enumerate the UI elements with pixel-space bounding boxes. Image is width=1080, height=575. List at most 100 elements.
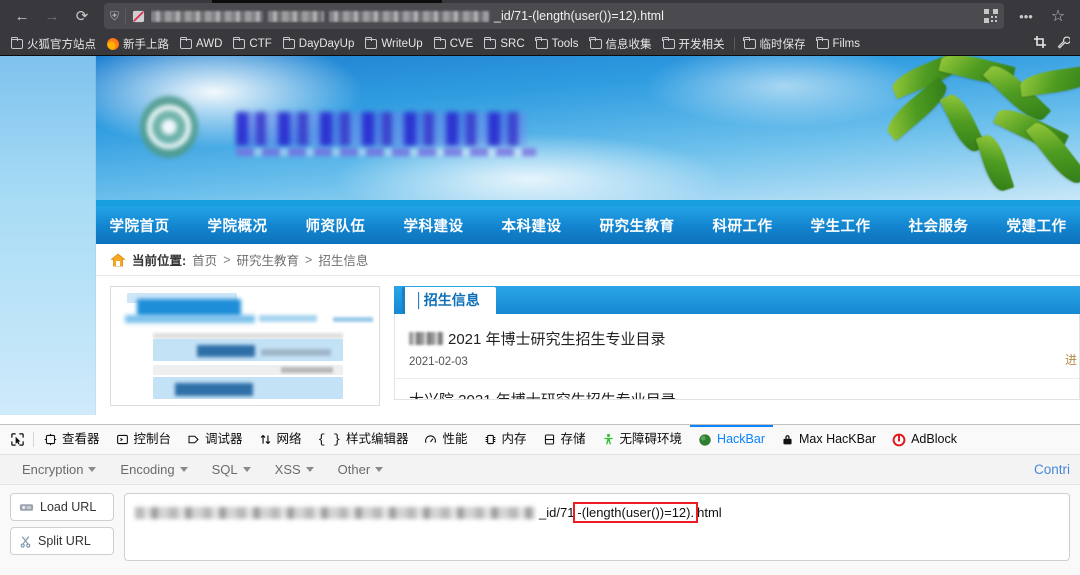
hackbar-menu-encryption[interactable]: Encryption	[10, 462, 108, 477]
hackbar-contribute-link[interactable]: Contri	[1034, 462, 1070, 477]
devtools-tab-accessibility[interactable]: 无障碍环境	[594, 425, 691, 454]
bookmark-item[interactable]: SRC	[479, 36, 529, 52]
nav-item-2[interactable]: 师资队伍	[287, 215, 385, 236]
devtools-tab-label: 样式编辑器	[345, 432, 409, 446]
panel-tab-bar: │招生信息	[394, 286, 1080, 314]
article-more-link[interactable]: 进	[1065, 351, 1077, 368]
bookmark-item[interactable]: Films	[812, 36, 865, 52]
devtools-tab-label: AdBlock	[911, 432, 957, 446]
bookmark-item[interactable]: 开发相关	[658, 34, 730, 54]
article-title-row: 2021 年博士研究生招生专业目录	[409, 328, 1065, 349]
list-item[interactable]: 大兴院 2021 年博士研究生招生专业目录	[395, 379, 1079, 399]
devtools-tab-label: 调试器	[205, 432, 243, 446]
bookmark-item[interactable]: WriteUp	[360, 36, 427, 52]
bookmark-item[interactable]: Tools	[531, 36, 584, 52]
hackbar-menu-encoding[interactable]: Encoding	[108, 462, 199, 477]
hackbar-menu-sql[interactable]: SQL	[200, 462, 263, 477]
screenshot-crop-icon[interactable]	[1033, 35, 1047, 52]
chevron-down-icon	[179, 467, 188, 472]
bookmark-item[interactable]: 火狐官方站点	[6, 34, 101, 54]
folder-icon	[589, 36, 602, 49]
bookmarks-bar-right	[1033, 35, 1074, 52]
nav-item-1[interactable]: 学院概况	[189, 215, 287, 236]
reload-button[interactable]: ⟳	[68, 2, 96, 30]
url-redacted-prefix	[151, 10, 264, 22]
back-button[interactable]: ←	[8, 2, 36, 30]
url-redacted-mid	[268, 10, 325, 22]
folder-icon	[282, 36, 295, 49]
scissors-icon	[20, 535, 31, 548]
devtools-tab-hackbar[interactable]: HackBar	[690, 425, 773, 454]
devtools-tab-label: 无障碍环境	[619, 432, 683, 446]
banner-accent-bar	[96, 200, 1080, 206]
breadcrumb-item-2[interactable]: 招生信息	[318, 250, 368, 269]
devtools-tab-storage[interactable]: 存储	[535, 425, 594, 454]
hackbar-menu-other[interactable]: Other	[326, 462, 396, 477]
devtools-tab-network[interactable]: 网络	[251, 425, 310, 454]
browser-window: ← → ⟳ ⛨ _id/71-(length(user())=12).html	[0, 0, 1080, 575]
load-url-button[interactable]: Load URL	[10, 493, 114, 521]
toolbar-right-icons: ••• ☆	[1012, 2, 1072, 30]
button-label: Split URL	[38, 534, 91, 548]
browser-chrome: ← → ⟳ ⛨ _id/71-(length(user())=12).html	[0, 0, 1080, 56]
folder-icon	[365, 36, 378, 49]
nav-item-4[interactable]: 本科建设	[483, 215, 581, 236]
devtools-tab-label: 查看器	[62, 432, 100, 446]
bookmark-item[interactable]: CTF	[228, 36, 276, 52]
devtools-tab-label: 控制台	[133, 432, 172, 446]
devtools-tab-console[interactable]: 控制台	[108, 425, 180, 454]
devtools-tab-memory[interactable]: 内存	[476, 425, 535, 454]
devtools-tab-performance[interactable]: 性能	[416, 425, 475, 454]
breadcrumb-item-1[interactable]: 研究生教育	[237, 250, 300, 269]
devtools-tab-max-hackbar[interactable]: Max HacKBar	[773, 425, 884, 454]
menu-label: Encryption	[22, 462, 84, 477]
bookmark-label: 信息收集	[605, 38, 652, 51]
devtools-tab-inspector[interactable]: 查看器	[36, 425, 108, 454]
hackbar-button-column: Load URL Split URL	[10, 493, 114, 561]
bookmark-item[interactable]: 新手上路	[102, 34, 174, 54]
main-column: │招生信息 2021 年博士研究生招生专业目录 2021-02-03 进	[394, 286, 1080, 406]
url-text[interactable]: _id/71-(length(user())=12).html	[151, 9, 978, 23]
hackbar-body: Load URL Split URL _id/71 -(length(user(…	[0, 485, 1080, 569]
bookmark-star-icon[interactable]: ☆	[1044, 2, 1072, 30]
nav-item-8[interactable]: 社会服务	[890, 215, 988, 236]
breadcrumb: 当前位置: 首页 > 研究生教育 > 招生信息	[96, 244, 1080, 276]
folder-icon	[816, 36, 829, 49]
qr-code-icon[interactable]	[984, 9, 998, 23]
devtools-tab-adblock[interactable]: AdBlock	[884, 425, 965, 454]
split-url-button[interactable]: Split URL	[10, 527, 114, 555]
no-script-icon[interactable]	[132, 10, 145, 23]
bookmark-label: WriteUp	[381, 37, 423, 50]
menu-label: SQL	[211, 462, 238, 477]
bookmark-item[interactable]: AWD	[175, 36, 227, 52]
element-picker-icon[interactable]	[4, 425, 31, 454]
bookmark-label: CVE	[449, 37, 474, 50]
menu-ellipsis-button[interactable]: •••	[1012, 2, 1040, 30]
breadcrumb-separator: >	[305, 252, 313, 267]
devtools-tab-debugger[interactable]: 调试器	[179, 425, 251, 454]
leaf-decoration-icon	[870, 56, 1080, 206]
chevron-down-icon	[375, 467, 384, 472]
breadcrumb-item-0[interactable]: 首页	[192, 250, 217, 269]
bookmark-item[interactable]: CVE	[429, 36, 479, 52]
bookmark-label: 火狐官方站点	[27, 38, 96, 51]
hackbar-menu-xss[interactable]: XSS	[263, 462, 326, 477]
wrench-icon[interactable]	[1057, 36, 1071, 52]
devtools-tab-style-editor[interactable]: { } 样式编辑器	[310, 425, 417, 454]
nav-item-9[interactable]: 党建工作	[988, 215, 1080, 236]
nav-item-0[interactable]: 学院首页	[96, 215, 189, 236]
forward-button[interactable]: →	[38, 2, 66, 30]
nav-item-6[interactable]: 科研工作	[694, 215, 792, 236]
nav-item-3[interactable]: 学科建设	[385, 215, 483, 236]
tab-admissions[interactable]: │招生信息	[402, 287, 496, 314]
list-item[interactable]: 2021 年博士研究生招生专业目录 2021-02-03 进	[395, 314, 1079, 379]
toolbar-divider	[33, 432, 34, 447]
url-textarea[interactable]: _id/71 -(length(user())=12). html	[124, 493, 1070, 561]
devtools-tab-label: HackBar	[717, 432, 765, 446]
bookmark-item[interactable]: 临时保存	[739, 34, 811, 54]
nav-item-7[interactable]: 学生工作	[792, 215, 890, 236]
url-bar[interactable]: ⛨ _id/71-(length(user())=12).html	[104, 3, 1004, 29]
bookmark-item[interactable]: DayDayUp	[278, 36, 360, 52]
bookmark-item[interactable]: 信息收集	[585, 34, 657, 54]
nav-item-5[interactable]: 研究生教育	[581, 215, 694, 236]
